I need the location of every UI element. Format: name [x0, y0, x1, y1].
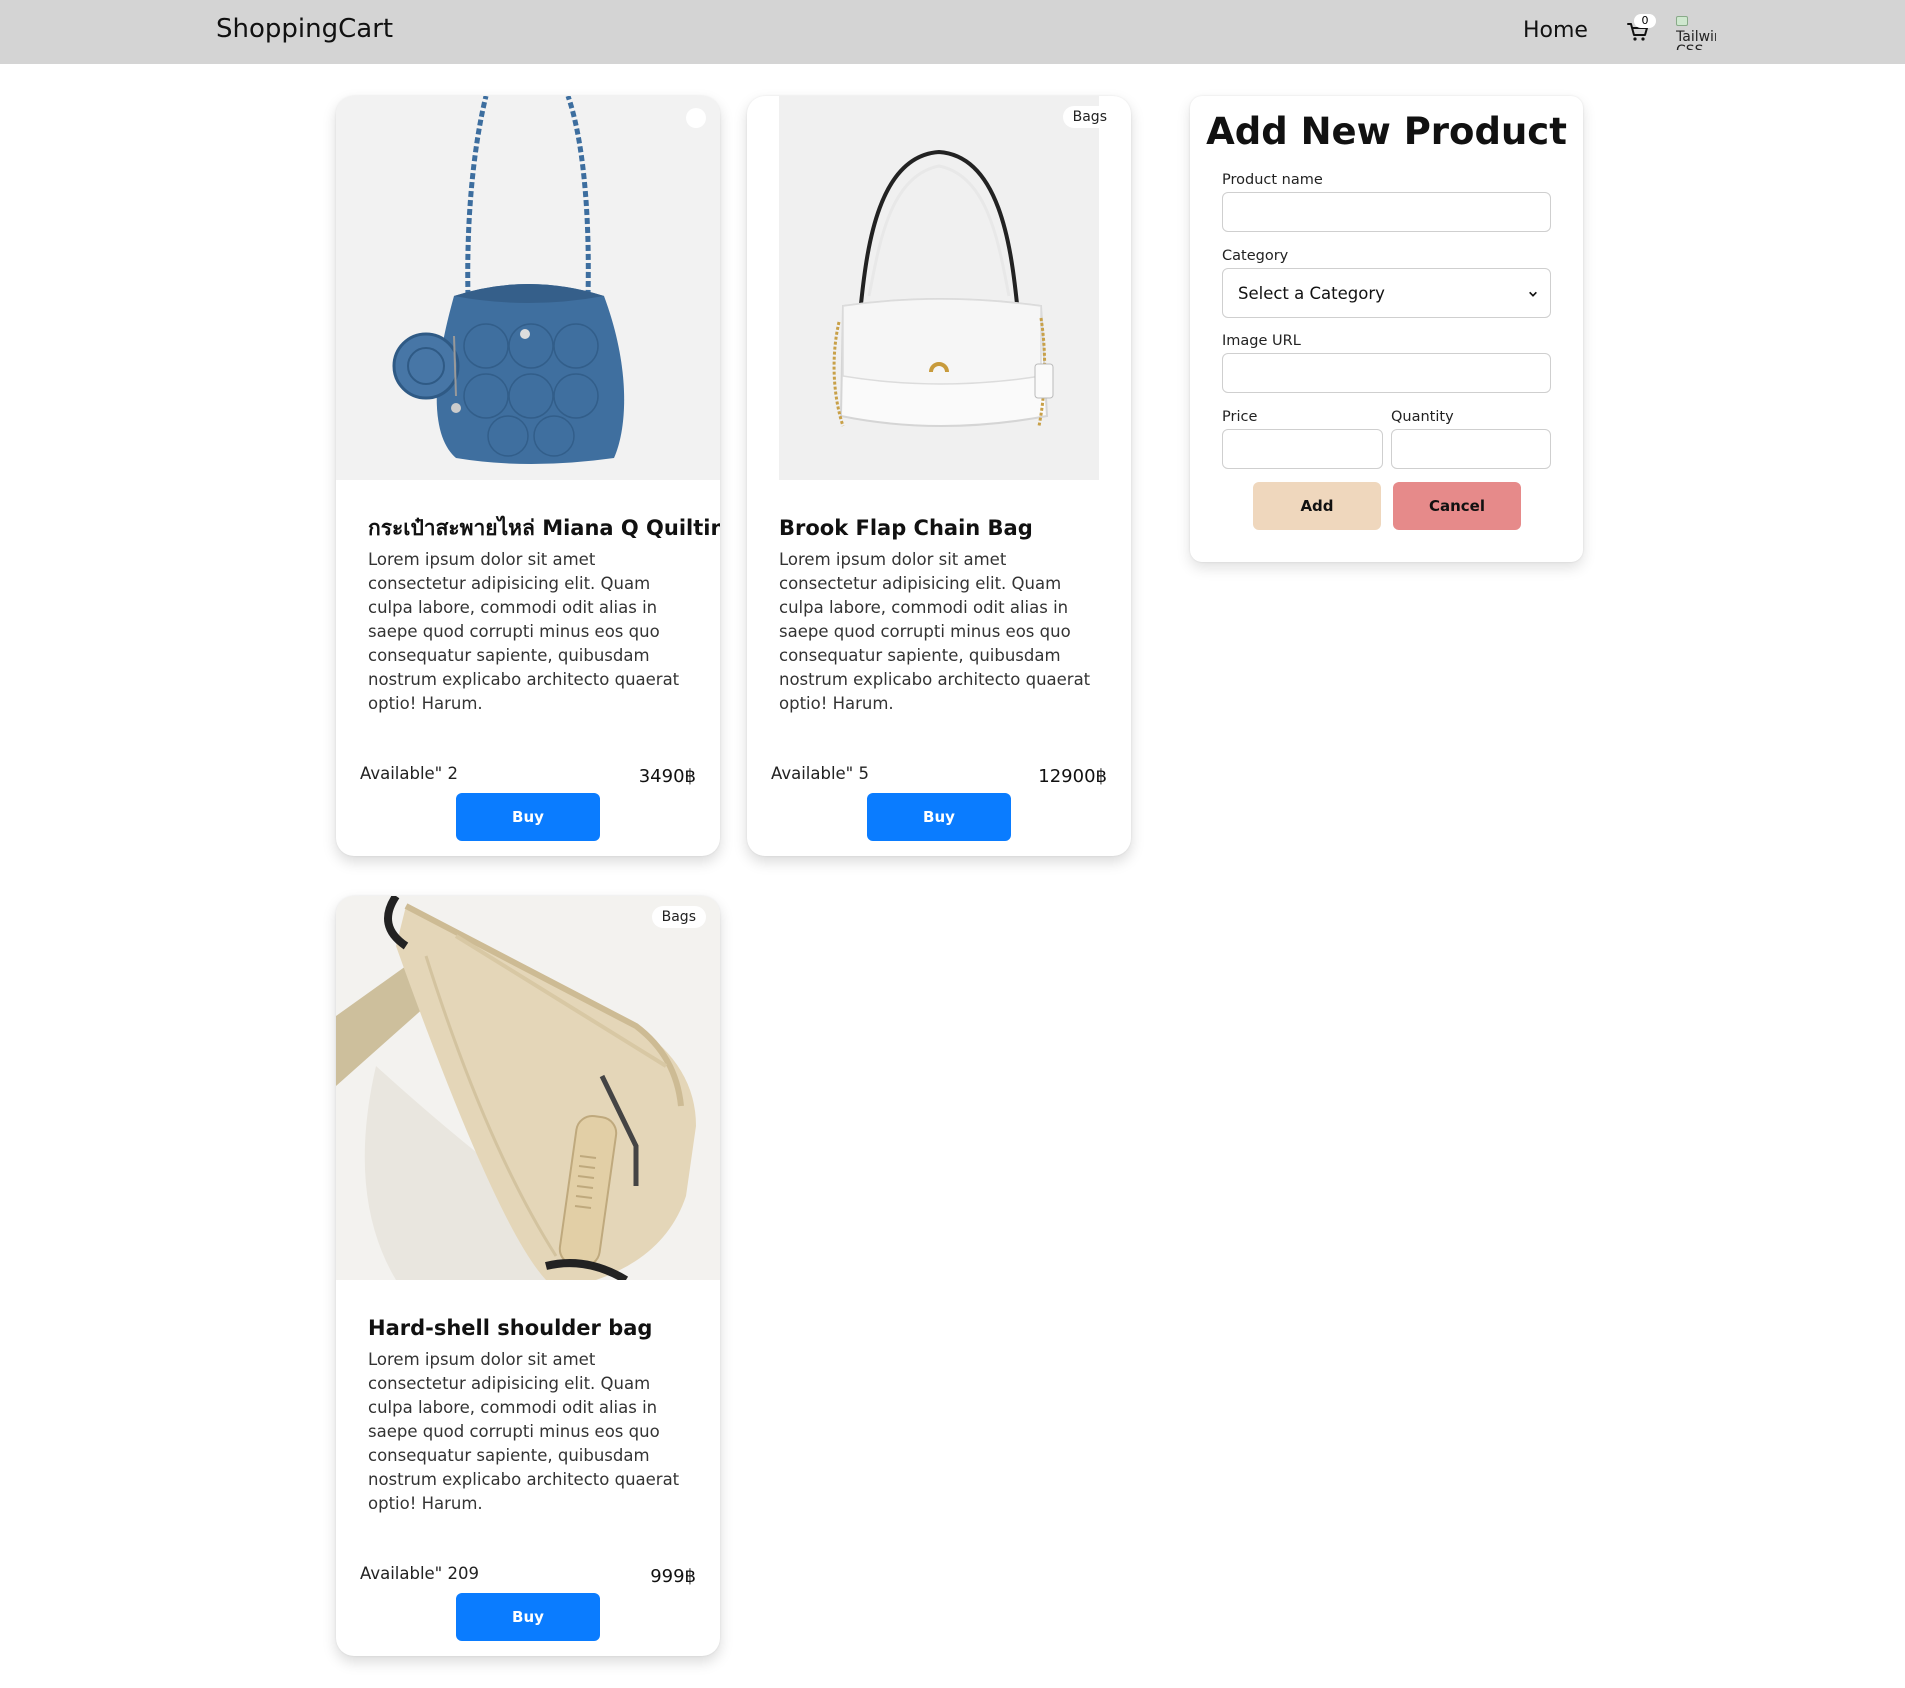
add-button[interactable]: Add — [1253, 482, 1381, 530]
cancel-button[interactable]: Cancel — [1393, 482, 1521, 530]
product-availability: Available" 209 — [360, 1564, 480, 1583]
product-availability: Available" 2 — [360, 764, 459, 783]
buy-button[interactable]: Buy — [456, 1593, 600, 1641]
product-title: Hard-shell shoulder bag — [368, 1316, 653, 1340]
product-card: Bags Hard-shell shoulder bag Lorem ipsum… — [336, 896, 720, 1656]
product-description: Lorem ipsum dolor sit amet consectetur a… — [779, 550, 1091, 713]
product-title: กระเป๋าสะพายไหล่ Miana Q Quilting — [368, 516, 720, 540]
product-image-denim-bag — [336, 96, 720, 480]
quantity-input[interactable] — [1391, 429, 1551, 469]
product-title: Brook Flap Chain Bag — [779, 516, 1033, 540]
image-url-label: Image URL — [1222, 333, 1301, 349]
product-image-hardshell-bag — [336, 896, 720, 1280]
product-price: 3490฿ — [638, 766, 696, 787]
price-input[interactable] — [1222, 429, 1383, 469]
brand-logo[interactable]: ShoppingCart — [216, 14, 393, 44]
category-select[interactable]: Select a Category — [1222, 268, 1551, 318]
buy-button[interactable]: Buy — [456, 793, 600, 841]
product-description: Lorem ipsum dolor sit amet consectetur a… — [368, 550, 680, 713]
price-label: Price — [1222, 409, 1258, 425]
avatar[interactable]: Tailwind CSS — [1676, 16, 1716, 50]
category-tag: Bags — [1062, 106, 1117, 128]
chevron-down-icon — [1528, 284, 1538, 303]
image-url-input[interactable] — [1222, 353, 1551, 393]
category-selected-value: Select a Category — [1238, 283, 1385, 303]
buy-button[interactable]: Buy — [867, 793, 1011, 841]
broken-image-icon — [1676, 16, 1688, 26]
avatar-alt-text: Tailwind CSS — [1676, 29, 1716, 50]
product-availability: Available" 5 — [771, 764, 870, 783]
product-image-white-bag — [779, 96, 1099, 480]
product-card: Bags Brook Flap Chain Bag Lorem ipsum do… — [747, 96, 1131, 856]
product-price: 12900฿ — [1038, 766, 1107, 787]
add-product-form: Add New Product Product name Category Se… — [1190, 96, 1583, 562]
product-price: 999฿ — [650, 1566, 696, 1587]
product-name-input[interactable] — [1222, 192, 1551, 232]
card-badge — [686, 108, 706, 128]
cart-count-badge: 0 — [1634, 14, 1656, 28]
product-name-label: Product name — [1222, 172, 1323, 188]
navbar: ShoppingCart Home 0 Tailwind CSS — [0, 0, 1905, 64]
category-tag: Bags — [651, 906, 706, 928]
product-description: Lorem ipsum dolor sit amet consectetur a… — [368, 1350, 680, 1513]
product-card: กระเป๋าสะพายไหล่ Miana Q Quilting Lorem … — [336, 96, 720, 856]
form-title: Add New Product — [1206, 110, 1567, 153]
quantity-label: Quantity — [1391, 409, 1454, 425]
category-label: Category — [1222, 248, 1289, 264]
nav-home-link[interactable]: Home — [1523, 18, 1588, 43]
